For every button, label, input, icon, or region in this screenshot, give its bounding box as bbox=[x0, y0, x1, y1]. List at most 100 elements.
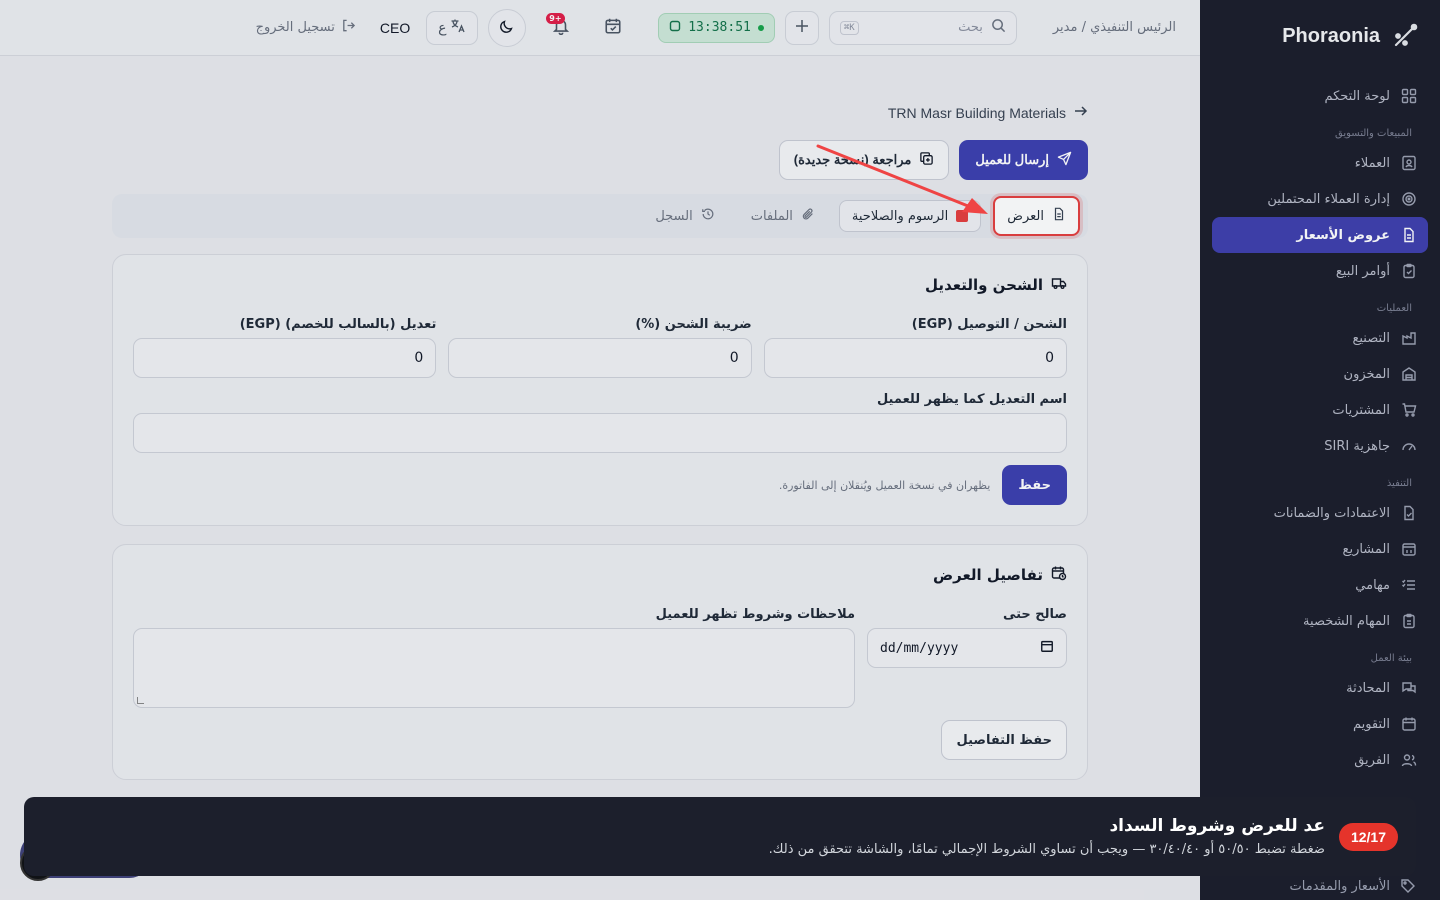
field-label: اسم التعديل كما يظهر للعميل bbox=[876, 392, 1067, 407]
notes-textarea[interactable] bbox=[133, 628, 855, 708]
details-fields-row: صالح حتى dd/mm/yyyy ملاحظات وشروط تظهر ل… bbox=[133, 607, 1067, 708]
sidebar-item-siri[interactable]: جاهزية SIRI bbox=[1212, 428, 1428, 464]
shipping-delivery-field: الشحن / التوصيل (EGP) 0 bbox=[763, 317, 1067, 378]
sidebar-item-label: عروض الأسعار bbox=[1296, 227, 1390, 243]
plus-icon bbox=[795, 19, 809, 37]
main-content: TRN Masr Building Materials إرسال للعميل… bbox=[0, 56, 1200, 900]
calendar-picker-icon[interactable] bbox=[1040, 639, 1054, 657]
page-actions: إرسال للعميل مراجعة (نسخة جديدة) bbox=[778, 140, 1088, 180]
sidebar-item-pricing[interactable]: الأسعار والمقدمات bbox=[1212, 878, 1428, 894]
target-icon bbox=[1400, 190, 1418, 208]
sidebar-item-label: المهام الشخصية bbox=[1303, 613, 1390, 629]
card-title: تفاصيل العرض bbox=[133, 565, 1067, 585]
field-label: صالح حتى bbox=[1002, 607, 1067, 622]
sidebar-item-team[interactable]: الفريق bbox=[1212, 742, 1428, 778]
factory-icon bbox=[1400, 329, 1418, 347]
sidebar-item-sales-orders[interactable]: أوامر البيع bbox=[1212, 253, 1428, 289]
card-title-text: تفاصيل العرض bbox=[932, 566, 1043, 584]
sidebar-item-manufacturing[interactable]: التصنيع bbox=[1212, 320, 1428, 356]
cart-icon bbox=[1400, 401, 1418, 419]
quote-details-card: تفاصيل العرض صالح حتى dd/mm/yyyy ملاحظات… bbox=[112, 544, 1088, 780]
tab-history[interactable]: السجل bbox=[643, 200, 726, 232]
shipping-adjustment-card: الشحن والتعديل الشحن / التوصيل (EGP) 0 ض… bbox=[112, 254, 1088, 526]
brand-logo-icon bbox=[1390, 21, 1420, 51]
sidebar-item-my-tasks[interactable]: مهامي bbox=[1212, 567, 1428, 603]
sidebar-item-quotes[interactable]: عروض الأسعار bbox=[1212, 217, 1428, 253]
sidebar-item-label: الفريق bbox=[1354, 752, 1390, 768]
sidebar-item-label: المشاريع bbox=[1342, 541, 1390, 557]
arrow-right-icon bbox=[1074, 104, 1088, 121]
back-to-customer-link[interactable]: TRN Masr Building Materials bbox=[888, 104, 1088, 121]
date-placeholder: dd/mm/yyyy bbox=[880, 640, 959, 656]
field-label: تعديل (بالسالب للخصم) (EGP) bbox=[239, 317, 437, 332]
nav-group-title: بيئة العمل bbox=[1370, 653, 1412, 664]
sidebar-item-customers[interactable]: العملاء bbox=[1212, 145, 1428, 181]
shipping-delivery-input[interactable]: 0 bbox=[763, 338, 1067, 378]
sidebar-item-dashboard[interactable]: لوحة التحكم bbox=[1212, 78, 1428, 114]
sidebar-nav: لوحة التحكم المبيعات والتسويق العملاء إد… bbox=[1212, 78, 1428, 778]
brand[interactable]: Phoraonia bbox=[1212, 0, 1428, 72]
logout-button[interactable]: تسجيل الخروج bbox=[256, 18, 356, 37]
file-text-icon bbox=[1052, 207, 1066, 225]
tab-fees-validity[interactable]: الرسوم والصلاحية bbox=[838, 200, 982, 232]
sidebar-item-label: إدارة العملاء المحتملين bbox=[1267, 191, 1390, 207]
nav-group-title: العمليات bbox=[1376, 303, 1412, 314]
search-input[interactable]: بحث bbox=[867, 20, 983, 35]
sidebar-item-personal-tasks[interactable]: المهام الشخصية bbox=[1212, 603, 1428, 639]
shipping-fields-row: الشحن / التوصيل (EGP) 0 ضريبة الشحن (%) … bbox=[133, 317, 1067, 378]
adjustment-name-input[interactable] bbox=[133, 413, 1067, 453]
send-label: إرسال للعميل bbox=[975, 152, 1049, 167]
calendar-button[interactable] bbox=[596, 11, 630, 45]
notifications-button[interactable]: +9 bbox=[544, 11, 578, 45]
calendar-grid-icon bbox=[1400, 540, 1418, 558]
sidebar-item-credits[interactable]: الاعتمادات والضمانات bbox=[1212, 495, 1428, 531]
search-box[interactable]: بحث K⌘ bbox=[828, 10, 1017, 45]
tab-label: السجل bbox=[655, 208, 693, 224]
search-icon bbox=[991, 18, 1006, 37]
field-label: ضريبة الشحن (%) bbox=[635, 317, 752, 332]
save-details-button[interactable]: حفظ التفاصيل bbox=[941, 720, 1067, 760]
sidebar-item-label: العملاء bbox=[1354, 155, 1390, 171]
logout-label: تسجيل الخروج bbox=[255, 20, 335, 35]
tag-icon bbox=[1400, 878, 1416, 894]
adjustment-input[interactable]: 0 bbox=[133, 338, 437, 378]
sidebar-item-inventory[interactable]: المخزون bbox=[1212, 356, 1428, 392]
valid-until-input[interactable]: dd/mm/yyyy bbox=[867, 628, 1067, 668]
user-role-breadcrumb: الرئيس التنفيذي / مدير bbox=[1052, 20, 1176, 35]
theme-toggle[interactable] bbox=[488, 8, 527, 47]
sidebar-item-label: التقويم bbox=[1352, 716, 1390, 732]
shipping-tax-input[interactable]: 0 bbox=[448, 338, 752, 378]
send-icon bbox=[1057, 151, 1072, 169]
details-save-row: حفظ التفاصيل bbox=[133, 720, 1067, 760]
review-new-version-button[interactable]: مراجعة (نسخة جديدة) bbox=[778, 140, 950, 180]
send-to-customer-button[interactable]: إرسال للعميل bbox=[959, 140, 1088, 180]
tab-label: الملفات bbox=[750, 208, 793, 224]
contacts-icon bbox=[1400, 154, 1418, 172]
tab-quote[interactable]: العرض bbox=[993, 196, 1080, 236]
tab-files[interactable]: الملفات bbox=[739, 200, 827, 232]
moon-icon bbox=[499, 18, 515, 38]
save-shipping-button[interactable]: حفظ bbox=[1002, 465, 1067, 505]
sidebar-item-label: التصنيع bbox=[1352, 330, 1390, 346]
clipboard-list-icon bbox=[1400, 612, 1418, 630]
language-switch[interactable]: ع bbox=[426, 10, 479, 45]
card-title-text: الشحن والتعديل bbox=[925, 276, 1043, 294]
tasks-icon bbox=[1400, 576, 1418, 594]
adjustment-field: تعديل (بالسالب للخصم) (EGP) 0 bbox=[133, 317, 437, 378]
sidebar-item-label: المحادثة bbox=[1346, 680, 1390, 696]
sidebar-item-calendar[interactable]: التقويم bbox=[1212, 706, 1428, 742]
sidebar-item-label: أوامر البيع bbox=[1335, 263, 1390, 279]
add-button[interactable] bbox=[784, 10, 819, 45]
tab-label: العرض bbox=[1007, 208, 1044, 224]
sidebar-item-chat[interactable]: المحادثة bbox=[1212, 670, 1428, 706]
sidebar-item-purchases[interactable]: المشتريات bbox=[1212, 392, 1428, 428]
card-title: الشحن والتعديل bbox=[133, 275, 1067, 295]
shipping-tax-field: ضريبة الشحن (%) 0 bbox=[448, 317, 752, 378]
sidebar-item-leads[interactable]: إدارة العملاء المحتملين bbox=[1212, 181, 1428, 217]
time-tracker[interactable]: 13:38:51 bbox=[658, 12, 775, 43]
sidebar-item-projects[interactable]: المشاريع bbox=[1212, 531, 1428, 567]
nav-group-title: التنفيذ bbox=[1386, 478, 1412, 489]
notes-field: ملاحظات وشروط تظهر للعميل bbox=[133, 607, 855, 708]
live-dot bbox=[757, 24, 764, 31]
quote-tabs: العرض الرسوم والصلاحية الملفات السجل bbox=[112, 194, 1088, 238]
